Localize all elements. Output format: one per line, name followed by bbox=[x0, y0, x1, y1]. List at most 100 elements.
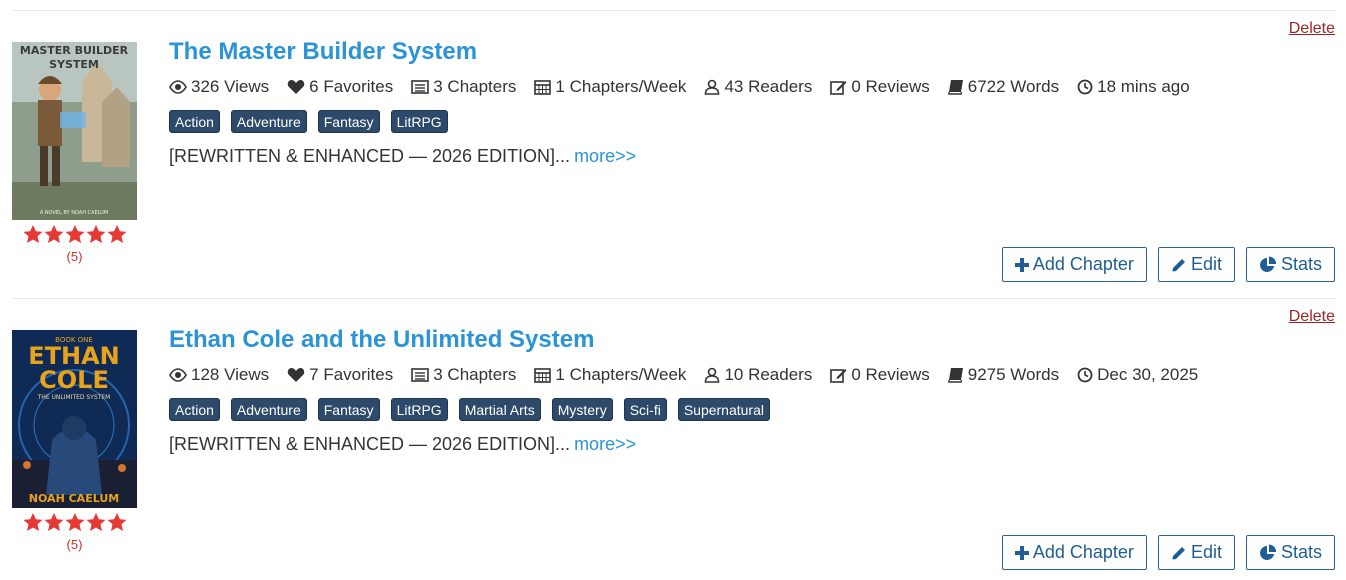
calendar-icon bbox=[534, 368, 552, 383]
genre-tags: Action Adventure Fantasy LitRPG Martial … bbox=[169, 398, 781, 421]
user-icon bbox=[705, 367, 720, 383]
words-stat: 9275 Words bbox=[948, 365, 1059, 385]
star-icon bbox=[23, 225, 43, 243]
pencil-icon bbox=[1172, 258, 1185, 271]
genre-tag[interactable]: Mystery bbox=[551, 398, 613, 421]
genre-tag[interactable]: Fantasy bbox=[317, 398, 380, 421]
genre-tag[interactable]: LitRPG bbox=[390, 110, 448, 133]
story-title[interactable]: The Master Builder System bbox=[169, 38, 477, 66]
genre-tag[interactable]: Supernatural bbox=[677, 398, 770, 421]
cover-author-text: NOAH CAELUM bbox=[29, 492, 119, 505]
stats-button[interactable]: Stats bbox=[1245, 247, 1335, 282]
cover-image[interactable]: BOOK ONE ETHAN COLE THE UNLIMITED SYSTEM… bbox=[12, 330, 137, 508]
genre-tag[interactable]: Action bbox=[169, 398, 220, 421]
genre-tag[interactable]: Action bbox=[169, 110, 220, 133]
star-icon bbox=[107, 513, 127, 531]
updated-time: Dec 30, 2025 bbox=[1097, 365, 1199, 384]
star-icon bbox=[107, 225, 127, 243]
delete-link[interactable]: Delete bbox=[1289, 20, 1335, 38]
favorites-count: 6 Favorites bbox=[309, 77, 394, 96]
add-chapter-label: Add Chapter bbox=[1032, 254, 1134, 274]
delete-link[interactable]: Delete bbox=[1289, 308, 1335, 326]
cover-title-text: MASTER BUILDER bbox=[20, 44, 129, 57]
cover-title-text: COLE bbox=[39, 366, 109, 394]
reviews-stat: 0 Reviews bbox=[830, 77, 930, 97]
genre-tag[interactable]: Martial Arts bbox=[458, 398, 541, 421]
story-description: [REWRITTEN & ENHANCED — 2026 EDITION]...… bbox=[169, 434, 636, 455]
description-text: [REWRITTEN & ENHANCED — 2026 EDITION]... bbox=[169, 434, 571, 454]
story-item: Delete BOOK ONE ETHAN COLE THE UNLIMITED… bbox=[12, 298, 1335, 580]
clock-icon bbox=[1077, 79, 1093, 95]
genre-tag[interactable]: Sci-fi bbox=[623, 398, 667, 421]
book-icon bbox=[948, 80, 963, 95]
reviews-count: 0 Reviews bbox=[851, 365, 930, 384]
reviews-count: 0 Reviews bbox=[851, 77, 930, 96]
cover-subtitle-text: THE UNLIMITED SYSTEM bbox=[37, 394, 111, 401]
views-stat: 326 Views bbox=[169, 77, 269, 97]
favorites-stat: 6 Favorites bbox=[287, 77, 393, 97]
eye-icon bbox=[169, 368, 187, 382]
favorites-count: 7 Favorites bbox=[309, 365, 394, 384]
genre-tag[interactable]: Adventure bbox=[230, 398, 307, 421]
add-chapter-button[interactable]: Add Chapter bbox=[1001, 535, 1147, 570]
words-count: 6722 Words bbox=[967, 77, 1060, 96]
description-text: [REWRITTEN & ENHANCED — 2026 EDITION]... bbox=[169, 146, 571, 166]
words-stat: 6722 Words bbox=[948, 77, 1059, 97]
more-link[interactable]: more>> bbox=[574, 146, 636, 166]
calendar-icon bbox=[534, 80, 552, 95]
story-actions: Add Chapter Edit Stats bbox=[991, 535, 1335, 570]
genre-tag[interactable]: LitRPG bbox=[390, 398, 448, 421]
star-icon bbox=[65, 513, 85, 531]
list-icon bbox=[411, 80, 430, 94]
pencil-icon bbox=[1172, 546, 1185, 559]
clock-icon bbox=[1077, 367, 1093, 383]
views-count: 326 Views bbox=[191, 77, 270, 96]
updated-stat: 18 mins ago bbox=[1077, 77, 1190, 97]
readers-count: 43 Readers bbox=[724, 77, 813, 96]
cover-subtitle-text: SYSTEM bbox=[49, 58, 99, 71]
reviews-stat: 0 Reviews bbox=[830, 365, 930, 385]
story-description: [REWRITTEN & ENHANCED — 2026 EDITION]...… bbox=[169, 146, 636, 167]
star-icon bbox=[86, 513, 106, 531]
favorites-stat: 7 Favorites bbox=[287, 365, 393, 385]
edit-button[interactable]: Edit bbox=[1157, 247, 1235, 282]
edit-label: Edit bbox=[1190, 542, 1222, 562]
pie-chart-icon bbox=[1260, 544, 1276, 560]
more-link[interactable]: more>> bbox=[574, 434, 636, 454]
stats-label: Stats bbox=[1280, 542, 1322, 562]
frequency-stat: 1 Chapters/Week bbox=[534, 77, 686, 97]
star-rating bbox=[23, 225, 127, 243]
book-icon bbox=[948, 368, 963, 383]
plus-icon bbox=[1014, 257, 1029, 272]
story-stats: 128 Views 7 Favorites 3 Chapters 1 Chapt… bbox=[169, 364, 1216, 386]
stats-button[interactable]: Stats bbox=[1245, 535, 1335, 570]
genre-tag[interactable]: Adventure bbox=[230, 110, 307, 133]
story-stats: 326 Views 6 Favorites 3 Chapters 1 Chapt… bbox=[169, 76, 1208, 98]
heart-icon bbox=[287, 80, 305, 94]
star-icon bbox=[65, 225, 85, 243]
rating-count: (5) bbox=[66, 537, 83, 552]
story-item: Delete MASTER BUILDER SYSTEM A NOVEL BY … bbox=[12, 10, 1335, 298]
story-title[interactable]: Ethan Cole and the Unlimited System bbox=[169, 326, 594, 354]
star-icon bbox=[86, 225, 106, 243]
edit-button[interactable]: Edit bbox=[1157, 535, 1235, 570]
genre-tag[interactable]: Fantasy bbox=[317, 110, 380, 133]
add-chapter-button[interactable]: Add Chapter bbox=[1001, 247, 1147, 282]
chapters-stat: 3 Chapters bbox=[411, 365, 516, 385]
edit-icon bbox=[830, 369, 847, 383]
views-stat: 128 Views bbox=[169, 365, 269, 385]
story-actions: Add Chapter Edit Stats bbox=[991, 247, 1335, 282]
rating-count: (5) bbox=[66, 249, 83, 264]
cover-author-text: A NOVEL BY NOAH CAELUM bbox=[40, 210, 108, 216]
list-icon bbox=[411, 368, 430, 382]
add-chapter-label: Add Chapter bbox=[1032, 542, 1134, 562]
stats-label: Stats bbox=[1280, 254, 1322, 274]
cover-image[interactable]: MASTER BUILDER SYSTEM A NOVEL BY NOAH CA… bbox=[12, 42, 137, 220]
user-icon bbox=[705, 79, 720, 95]
frequency-value: 1 Chapters/Week bbox=[555, 365, 687, 384]
eye-icon bbox=[169, 80, 187, 94]
plus-icon bbox=[1014, 545, 1029, 560]
edit-label: Edit bbox=[1190, 254, 1222, 274]
chapters-count: 3 Chapters bbox=[433, 77, 517, 96]
genre-tags: Action Adventure Fantasy LitRPG bbox=[169, 110, 459, 133]
